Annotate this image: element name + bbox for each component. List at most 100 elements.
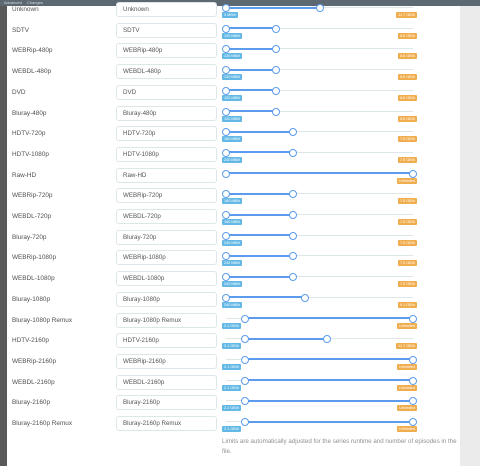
min-size-badge: 2.1 GB/h [222, 426, 241, 432]
size-range-slider[interactable]: 120 MB/h 5.6 GB/h [222, 62, 417, 83]
max-size-handle[interactable] [289, 128, 298, 137]
max-size-handle[interactable] [315, 4, 324, 12]
min-size-handle[interactable] [222, 293, 230, 302]
min-size-handle[interactable] [222, 169, 230, 178]
size-range-slider[interactable]: 120 MB/h 5.6 GB/h [222, 21, 417, 42]
min-size-handle[interactable] [240, 376, 249, 385]
quality-title-input[interactable]: Unknown [116, 2, 217, 17]
max-size-handle[interactable] [289, 211, 298, 219]
size-range-slider[interactable]: 240 MB/h 7.5 GB/h [222, 228, 417, 249]
min-size-handle[interactable] [222, 190, 230, 199]
quality-row: WEBDL-2160p WEBDL-2160p 2.1 GB/h Unlimited [7, 373, 460, 394]
quality-title-input[interactable]: WEBRip-2160p [116, 353, 217, 369]
min-size-handle[interactable] [222, 148, 230, 157]
size-range-slider[interactable]: 2.1 GB/h Unlimited [222, 414, 417, 435]
min-size-handle[interactable] [222, 45, 230, 54]
size-range-slider[interactable]: 180 MB/h 7.5 GB/h [222, 186, 417, 207]
max-size-badge: Unlimited [397, 363, 417, 370]
quality-title-input[interactable]: Bluray-2160p Remux [116, 416, 217, 431]
quality-title-input[interactable]: WEBRip-480p [116, 43, 217, 59]
max-size-handle[interactable] [289, 231, 298, 240]
slider-range-fill [226, 254, 294, 257]
size-range-slider[interactable]: 2.1 GB/h Unlimited [222, 311, 417, 332]
size-range-slider[interactable]: 2.1 GB/h Unlimited [222, 393, 417, 414]
quality-row: WEBRip-720p WEBRip-720p 180 MB/h 7.5 GB/h [7, 186, 460, 207]
size-range-slider[interactable]: 240 MB/h 9.1 GB/h [222, 290, 417, 311]
quality-title-input[interactable]: WEBRip-1080p [116, 250, 217, 266]
max-size-handle[interactable] [289, 273, 298, 282]
min-size-handle[interactable] [240, 397, 249, 406]
slider-range-fill [226, 130, 294, 133]
size-range-slider[interactable]: 120 MB/h 5.6 GB/h [222, 83, 417, 104]
size-range-slider[interactable]: 180 MB/h 7.5 GB/h [222, 207, 417, 228]
quality-title-input[interactable]: Bluray-480p [116, 105, 217, 121]
max-size-handle[interactable] [322, 335, 331, 344]
quality-title-input[interactable]: WEBDL-1080p [116, 271, 217, 287]
slider-range-fill [244, 358, 413, 361]
quality-title-input[interactable]: Raw-HD [116, 167, 217, 183]
size-range-slider[interactable]: 2.1 GB/h Unlimited [222, 373, 417, 394]
max-size-handle[interactable] [289, 190, 298, 199]
min-size-handle[interactable] [222, 86, 230, 95]
quality-title-input[interactable]: WEBDL-720p [116, 209, 217, 224]
size-range-slider[interactable]: 2.1 GB/h 11.7 GB/h [222, 331, 417, 352]
max-size-handle[interactable] [272, 45, 281, 54]
max-size-badge: 5.6 GB/h [398, 32, 417, 39]
min-size-handle[interactable] [240, 314, 249, 323]
quality-title-input[interactable]: WEBDL-480p [116, 64, 217, 80]
quality-title-input[interactable]: HDTV-720p [116, 126, 217, 142]
max-size-handle[interactable] [409, 397, 417, 406]
size-range-slider[interactable]: 240 MB/h 7.5 GB/h [222, 145, 417, 166]
max-size-handle[interactable] [272, 86, 281, 95]
min-size-handle[interactable] [222, 4, 230, 12]
max-size-badge: Unlimited [397, 405, 417, 412]
max-size-handle[interactable] [272, 107, 281, 116]
quality-title-input[interactable]: Bluray-720p [116, 229, 217, 245]
min-size-badge: 120 MB/h [222, 94, 243, 101]
sidebar [0, 6, 7, 466]
quality-label: WEBRip-1080p [12, 254, 57, 262]
min-size-handle[interactable] [222, 252, 230, 261]
max-size-handle[interactable] [409, 376, 417, 385]
size-range-slider[interactable]: 0 MB/h 11.7 GB/h [222, 0, 417, 21]
max-size-handle[interactable] [272, 24, 281, 33]
quality-row: WEBRip-2160p WEBRip-2160p 2.1 GB/h Unlimite… [7, 352, 460, 373]
min-size-handle[interactable] [222, 107, 230, 116]
min-size-handle[interactable] [222, 66, 230, 75]
scrollbar-track[interactable] [460, 6, 480, 466]
max-size-handle[interactable] [300, 293, 309, 302]
size-range-slider[interactable]: 240 MB/h 7.5 GB/h [222, 269, 417, 290]
size-range-slider[interactable]: 120 MB/h 5.6 GB/h [222, 104, 417, 125]
max-size-handle[interactable] [289, 252, 298, 261]
min-size-handle[interactable] [240, 335, 249, 344]
quality-title-input[interactable]: Bluray-2160p [116, 395, 217, 411]
max-size-handle[interactable] [409, 169, 417, 178]
min-size-handle[interactable] [222, 231, 230, 240]
min-size-handle[interactable] [240, 418, 249, 426]
quality-title-input[interactable]: Bluray-1080p [116, 291, 217, 307]
size-range-slider[interactable]: 240 MB/h 7.5 GB/h [222, 248, 417, 269]
size-range-slider[interactable]: 180 MB/h 7.5 GB/h [222, 124, 417, 145]
size-range-slider[interactable]: 120 MB/h 5.6 GB/h [222, 41, 417, 62]
min-size-handle[interactable] [222, 128, 230, 137]
quality-title-input[interactable]: Bluray-1080p Remux [116, 312, 217, 328]
size-range-slider[interactable]: Unlimited [222, 166, 417, 187]
quality-label: WEBDL-1080p [12, 275, 55, 283]
quality-title-input[interactable]: DVD [116, 84, 217, 100]
quality-title-input[interactable]: HDTV-1080p [116, 146, 217, 162]
max-size-handle[interactable] [272, 66, 281, 75]
min-size-handle[interactable] [222, 24, 230, 33]
max-size-handle[interactable] [409, 355, 417, 364]
size-range-slider[interactable]: 2.1 GB/h Unlimited [222, 352, 417, 373]
max-size-handle[interactable] [409, 314, 417, 323]
min-size-handle[interactable] [222, 273, 230, 282]
quality-title-input[interactable]: WEBDL-2160p [116, 374, 217, 390]
max-size-handle[interactable] [289, 148, 298, 157]
min-size-handle[interactable] [240, 355, 249, 364]
min-size-badge: 120 MB/h [222, 74, 243, 81]
quality-title-input[interactable]: SDTV [116, 22, 217, 38]
quality-title-input[interactable]: HDTV-2160p [116, 333, 217, 349]
max-size-handle[interactable] [409, 418, 417, 426]
min-size-handle[interactable] [222, 211, 230, 219]
quality-title-input[interactable]: WEBRip-720p [116, 188, 217, 204]
